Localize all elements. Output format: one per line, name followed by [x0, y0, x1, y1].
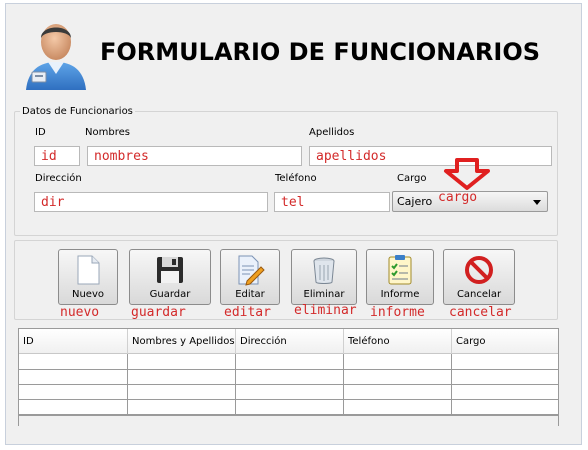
informe-annotation: informe	[370, 305, 425, 320]
cargo-selected-value: Cajero	[397, 195, 433, 208]
cargo-select[interactable]: Cajero cargo	[392, 190, 548, 212]
editar-annotation: editar	[224, 305, 271, 320]
nuevo-button-label: Nuevo	[71, 289, 104, 300]
chevron-down-icon	[533, 200, 541, 205]
column-header-id[interactable]: ID	[19, 329, 128, 354]
table-row[interactable]	[19, 399, 558, 415]
cargo-annotation: cargo	[438, 190, 478, 205]
column-header-direccion[interactable]: Dirección	[236, 329, 344, 354]
eliminar-button-label: Eliminar	[303, 289, 345, 300]
editar-button[interactable]: Editar	[220, 249, 280, 305]
floppy-disk-icon	[157, 257, 183, 283]
informe-button[interactable]: Informe	[366, 249, 434, 305]
cancelar-annotation: cancelar	[449, 305, 512, 320]
blank-document-icon	[77, 255, 100, 285]
guardar-annotation: guardar	[131, 305, 186, 320]
column-header-cargo[interactable]: Cargo	[452, 329, 558, 354]
direccion-label: Dirección	[35, 173, 82, 184]
guardar-button-label: Guardar	[149, 289, 191, 300]
nuevo-button[interactable]: Nuevo	[58, 249, 118, 305]
guardar-button[interactable]: Guardar	[129, 249, 211, 305]
table-row[interactable]	[19, 354, 558, 370]
table-header: ID Nombres y Apellidos Dirección Teléfon…	[19, 329, 558, 354]
nombres-field[interactable]: nombres	[87, 146, 302, 166]
editar-button-label: Editar	[235, 289, 265, 300]
telefono-label: Teléfono	[275, 173, 317, 184]
id-label: ID	[35, 127, 46, 138]
checklist-report-icon	[388, 255, 412, 285]
table-row[interactable]	[19, 384, 558, 400]
apellidos-field[interactable]: apellidos	[309, 146, 552, 166]
page-title: FORMULARIO DE FUNCIONARIOS	[100, 38, 541, 66]
id-field[interactable]: id	[34, 146, 80, 166]
group-title: Datos de Funcionarios	[20, 106, 135, 117]
funcionarios-table[interactable]: ID Nombres y Apellidos Dirección Teléfon…	[18, 328, 559, 426]
cancel-circle-icon	[465, 256, 493, 284]
telefono-field[interactable]: tel	[274, 192, 390, 212]
table-row[interactable]	[19, 369, 558, 385]
trash-can-icon	[313, 257, 335, 284]
nombres-label: Nombres	[85, 127, 130, 138]
edit-document-icon	[238, 255, 265, 286]
direccion-field[interactable]: dir	[34, 192, 268, 212]
cargo-label: Cargo	[397, 173, 427, 184]
column-header-nombres-apellidos[interactable]: Nombres y Apellidos	[128, 329, 236, 354]
cancelar-button[interactable]: Cancelar	[443, 249, 515, 305]
apellidos-label: Apellidos	[309, 127, 355, 138]
table-horizontal-scrollbar[interactable]	[19, 415, 558, 426]
user-avatar-icon	[26, 24, 86, 90]
cancelar-button-label: Cancelar	[456, 289, 502, 300]
eliminar-annotation: eliminar	[294, 303, 357, 318]
nuevo-annotation: nuevo	[60, 305, 100, 320]
informe-button-label: Informe	[380, 289, 420, 300]
red-down-arrow-icon	[444, 158, 490, 190]
column-header-telefono[interactable]: Teléfono	[344, 329, 452, 354]
eliminar-button[interactable]: Eliminar	[291, 249, 357, 305]
